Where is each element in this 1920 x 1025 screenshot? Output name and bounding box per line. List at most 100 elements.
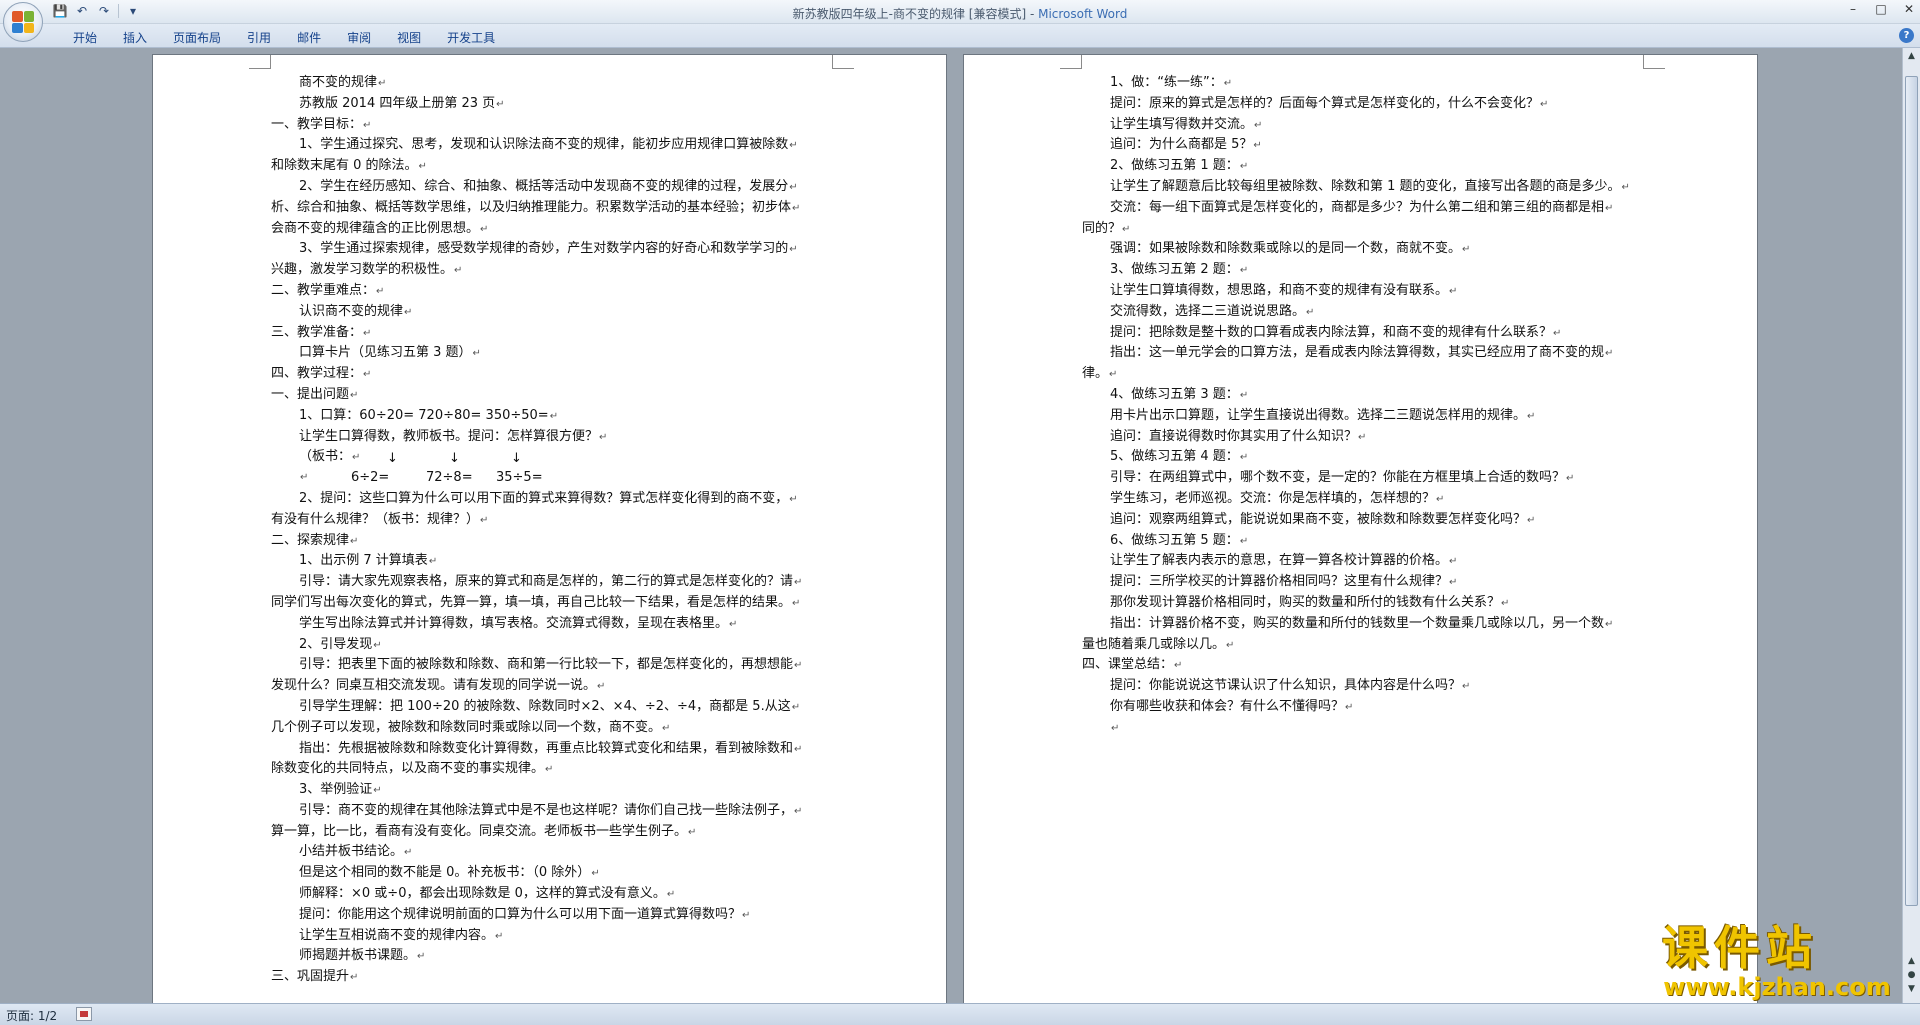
previous-page-icon[interactable]: ▲ bbox=[1905, 956, 1918, 966]
paragraph-mark-icon: ↵ bbox=[1462, 244, 1471, 256]
line-text: 商不变的规律 bbox=[299, 75, 378, 90]
down-arrow-icon: ↓ bbox=[387, 451, 398, 467]
paragraph-line: 师解释：×0 或÷0，都会出现除数是 0，这样的算式没有意义。↵ bbox=[271, 884, 831, 905]
line-text: 引导：把表里下面的被除数和除数、商和第一行比较一下，都是怎样变化的，再想想能 bbox=[299, 657, 794, 673]
crop-mark bbox=[1060, 55, 1082, 69]
paragraph-mark-icon: ↵ bbox=[1605, 618, 1614, 630]
proofing-icon[interactable] bbox=[76, 1007, 92, 1021]
paragraph-line: 但是这个相同的数不能是 0。补充板书：（0 除外）↵ bbox=[271, 863, 831, 884]
paragraph-line: 小结并板书结论。↵ bbox=[271, 842, 831, 863]
help-icon[interactable]: ? bbox=[1899, 28, 1914, 43]
paragraph-line: 交流：每一组下面算式是怎样变化的，商都是多少？为什么第二组和第三组的商都是相↵ bbox=[1082, 198, 1642, 219]
tab-insert[interactable]: 插入 bbox=[110, 29, 160, 46]
ribbon: 开始 插入 页面布局 引用 邮件 审阅 视图 开发工具 ? bbox=[0, 24, 1920, 48]
paragraph-line: 3、做练习五第 2 题：↵ bbox=[1082, 260, 1642, 281]
paragraph-mark-icon: ↵ bbox=[1223, 78, 1233, 89]
paragraph-line: 同的？↵ bbox=[1082, 219, 1642, 240]
tab-mailings[interactable]: 邮件 bbox=[284, 29, 334, 46]
line-text: 四、课堂总结： bbox=[1082, 657, 1174, 673]
line-text: 5、做练习五第 4 题： bbox=[1110, 449, 1239, 465]
paragraph-mark-icon: ↵ bbox=[1358, 431, 1367, 443]
paragraph-line: 6÷2= 72÷8= 35÷5= ↵ bbox=[271, 468, 831, 489]
paragraph-mark-icon: ↵ bbox=[1449, 556, 1458, 568]
line-text: 引导：请大家先观察表格，原来的算式和商是怎样的，第二行的算式是怎样变化的？请 bbox=[299, 574, 794, 590]
paragraph-mark-icon: ↵ bbox=[729, 618, 738, 630]
paragraph-line: 认识商不变的规律↵ bbox=[271, 302, 831, 323]
title-bar: 💾 ↶ ↷ ▾ 新苏教版四年级上-商不变的规律 [兼容模式] - Microso… bbox=[0, 0, 1920, 24]
next-page-icon[interactable]: ▼ bbox=[1905, 984, 1918, 994]
paragraph-line: 口算卡片（见练习五第 3 题）↵ bbox=[271, 343, 831, 364]
paragraph-mark-icon: ↵ bbox=[1174, 660, 1183, 672]
paragraph-mark-icon: ↵ bbox=[363, 369, 372, 381]
close-icon[interactable]: ✕ bbox=[1902, 2, 1916, 16]
paragraph-line: 3、举例验证↵ bbox=[271, 780, 831, 801]
paragraph-mark-icon: ↵ bbox=[480, 223, 489, 235]
paragraph-mark-icon: ↵ bbox=[662, 722, 671, 734]
line-text: 强调：如果被除数和除数乘或除以的是同一个数，商就不变。 bbox=[1110, 241, 1462, 257]
paragraph-line: 1、口算：60÷20= 720÷80= 350÷50=↵ bbox=[271, 406, 831, 427]
tab-home[interactable]: 开始 bbox=[60, 29, 110, 46]
paragraph-mark-icon: ↵ bbox=[789, 493, 798, 505]
browse-object-icon[interactable]: ● bbox=[1905, 970, 1918, 980]
minimize-icon[interactable]: – bbox=[1846, 2, 1860, 16]
paragraph-mark-icon: ↵ bbox=[350, 389, 359, 401]
line-text: 1、出示例 7 计算填表 bbox=[299, 553, 428, 569]
tab-view[interactable]: 视图 bbox=[384, 29, 434, 46]
line-text: 律。 bbox=[1082, 366, 1109, 382]
paragraph-mark-icon: ↵ bbox=[1605, 348, 1614, 360]
restore-icon[interactable]: □ bbox=[1874, 2, 1888, 16]
paragraph-line: 师揭题并板书课题。↵ bbox=[271, 946, 831, 967]
paragraph-mark-icon: ↵ bbox=[789, 244, 798, 256]
line-text: 有没有什么规律？（板书：规律？） bbox=[271, 511, 480, 527]
paragraph-mark-icon: ↵ bbox=[1239, 452, 1249, 464]
paragraph-line: 3、学生通过探索规律，感受数学规律的奇妙，产生对数学内容的好奇心和数学学习的↵ bbox=[271, 239, 831, 260]
paragraph-mark-icon: ↵ bbox=[742, 909, 751, 921]
paragraph-mark-icon: ↵ bbox=[789, 140, 798, 152]
paragraph-line: 引导：请大家先观察表格，原来的算式和商是怎样的，第二行的算式是怎样变化的？请↵ bbox=[271, 572, 831, 593]
app-name: Microsoft Word bbox=[1038, 7, 1128, 21]
paragraph-line: 同学们写出每次变化的算式，先算一算，填一填，再自己比较一下结果，看是怎样的结果。… bbox=[271, 593, 831, 614]
paragraph-mark-icon: ↵ bbox=[688, 826, 697, 838]
line-text: 6、做练习五第 5 题： bbox=[1110, 532, 1239, 548]
paragraph-mark-icon: ↵ bbox=[789, 181, 798, 193]
paragraph-mark-icon: ↵ bbox=[1527, 410, 1536, 422]
paragraph-line: 学生练习，老师巡视。交流：你是怎样填的，怎样想的？↵ bbox=[1082, 489, 1642, 510]
paragraph-mark-icon: ↵ bbox=[1501, 597, 1510, 609]
paragraph-line: 算一算，比一比，看商有没有变化。同桌交流。老师板书一些学生例子。↵ bbox=[271, 822, 831, 843]
paragraph-line: 引导：在两组算式中，哪个数不变，是一定的？你能在方框里填上合适的数吗？↵ bbox=[1082, 468, 1642, 489]
tab-page-layout[interactable]: 页面布局 bbox=[160, 29, 234, 46]
page-1[interactable]: 商不变的规律↵ 苏教版 2014 四年级上册第 23 页↵ 一、教学目标：↵ 1、学生… bbox=[152, 54, 947, 1003]
paragraph-mark-icon: ↵ bbox=[1540, 98, 1549, 110]
tab-references[interactable]: 引用 bbox=[234, 29, 284, 46]
scroll-up-icon[interactable]: ▲ bbox=[1905, 50, 1918, 63]
line-text: 引导：商不变的规律在其他除法算式中是不是也这样呢？请你们自己找一些除法例子， bbox=[299, 802, 794, 818]
paragraph-mark-icon: ↵ bbox=[363, 327, 372, 339]
page-2[interactable]: 1、做：“练一练”：↵ 提问：原来的算式是怎样的？后面每个算式是怎样变化的，什么不… bbox=[963, 54, 1758, 1003]
tab-review[interactable]: 审阅 bbox=[334, 29, 384, 46]
line-text: 除数变化的共同特点，以及商不变的事实规律。 bbox=[271, 761, 545, 777]
paragraph-line: 四、课堂总结：↵ bbox=[1082, 655, 1642, 676]
office-button[interactable] bbox=[3, 2, 43, 42]
paragraph-line: 除数变化的共同特点，以及商不变的事实规律。↵ bbox=[271, 759, 831, 780]
paragraph-mark-icon: ↵ bbox=[1239, 161, 1249, 173]
paragraph-line: 析、综合和抽象、概括等数学思维，以及归纳推理能力。积累数学活动的基本经验；初步体… bbox=[271, 198, 831, 219]
scroll-thumb[interactable] bbox=[1905, 76, 1918, 906]
paragraph-mark-icon: ↵ bbox=[376, 285, 385, 297]
line-text: 指出：这一单元学会的口算方法，是看成表内除法算得数，其实已经应用了商不变的规 bbox=[1110, 345, 1605, 361]
line-text: 小结并板书结论。 bbox=[299, 844, 404, 860]
line-text: 三、巩固提升 bbox=[271, 969, 350, 985]
page-indicator[interactable]: 页面: 1/2 bbox=[6, 1007, 57, 1024]
line-text: 指出：先根据被除数和除数变化计算得数，再重点比较算式变化和结果，看到被除数和 bbox=[299, 740, 794, 756]
line-text: 追问：直接说得数时你其实用了什么知识？ bbox=[1110, 428, 1358, 444]
tab-developer[interactable]: 开发工具 bbox=[434, 29, 508, 46]
vertical-scrollbar[interactable]: ▲ ▲ ● ▼ bbox=[1902, 48, 1920, 1003]
paragraph-mark-icon: ↵ bbox=[428, 556, 438, 568]
line-text: 和除数末尾有 0 的除法。 bbox=[271, 158, 418, 174]
paragraph-line: 让学生口算得数，教师板书。提问：怎样算很方便？↵ bbox=[271, 427, 831, 448]
paragraph-mark-icon: ↵ bbox=[1553, 327, 1562, 339]
paragraph-mark-icon: ↵ bbox=[794, 660, 803, 672]
line-text: 算一算，比一比，看商有没有变化。同桌交流。老师板书一些学生例子。 bbox=[271, 823, 688, 839]
paragraph-mark-icon: ↵ bbox=[1605, 202, 1614, 214]
paragraph-line: 提问：你能用这个规律说明前面的口算为什么可以用下面一道算式算得数吗？↵ bbox=[271, 905, 831, 926]
paragraph-mark-icon: ↵ bbox=[791, 701, 801, 713]
